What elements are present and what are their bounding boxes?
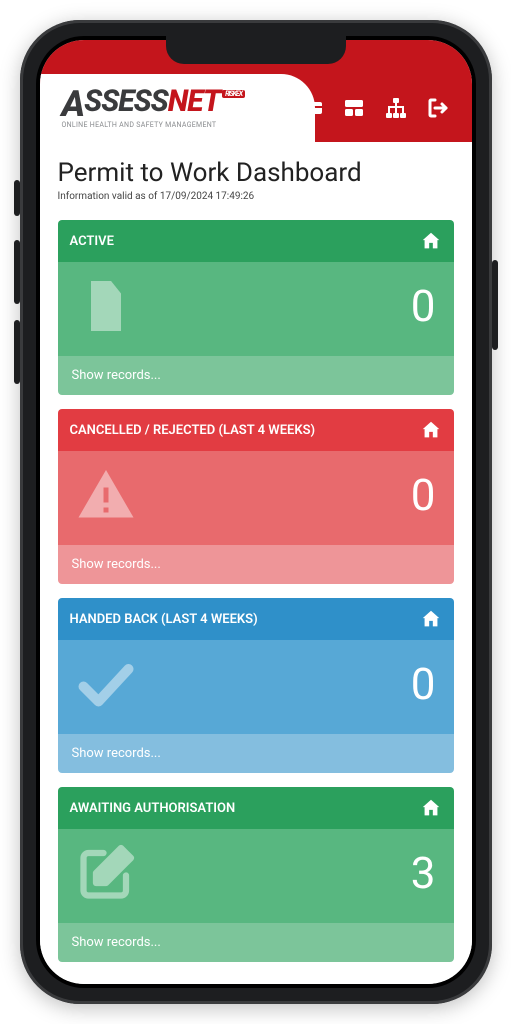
phone-side-button: [14, 240, 20, 304]
logo-text-a: A: [62, 88, 85, 120]
card-title: ACTIVE: [70, 234, 114, 249]
phone-side-button: [14, 320, 20, 384]
card-value: 0: [411, 280, 436, 332]
home-icon[interactable]: [420, 608, 442, 630]
card-footer-link[interactable]: Show records...: [58, 734, 454, 773]
home-icon[interactable]: [420, 419, 442, 441]
card-body: 0: [58, 640, 454, 734]
logo-text-ssess: SSESS: [84, 88, 168, 115]
card-header: CANCELLED / REJECTED (LAST 4 WEEKS): [58, 409, 454, 451]
phone-side-button: [14, 180, 20, 216]
card-handed-back: HANDED BACK (LAST 4 WEEKS) 0 Show record…: [58, 598, 454, 773]
page-subtitle: Information valid as of 17/09/2024 17:49…: [58, 191, 454, 202]
content: Permit to Work Dashboard Information val…: [40, 142, 472, 984]
card-footer-link[interactable]: Show records...: [58, 923, 454, 962]
app-header: A SSESS NET RISKEX ONLINE HEALTH AND SAF…: [40, 74, 472, 142]
card-body: 0: [58, 451, 454, 545]
logo-plate: A SSESS NET RISKEX ONLINE HEALTH AND SAF…: [40, 74, 282, 142]
check-icon: [76, 654, 136, 714]
file-icon: [76, 276, 136, 336]
card-body: 0: [58, 262, 454, 356]
card-title: CANCELLED / REJECTED (LAST 4 WEEKS): [70, 423, 316, 438]
card-header: HANDED BACK (LAST 4 WEEKS): [58, 598, 454, 640]
card-value: 0: [411, 469, 436, 521]
card-body: 3: [58, 829, 454, 923]
card-header: AWAITING AUTHORISATION: [58, 787, 454, 829]
home-icon[interactable]: [420, 797, 442, 819]
card-title: AWAITING AUTHORISATION: [70, 801, 236, 816]
edit-icon: [76, 843, 136, 903]
card-title: HANDED BACK (LAST 4 WEEKS): [70, 612, 258, 627]
phone-notch: [166, 36, 346, 64]
logo[interactable]: A SSESS NET RISKEX ONLINE HEALTH AND SAF…: [62, 88, 246, 129]
dashboard-icon[interactable]: [342, 96, 366, 120]
alert-icon: [76, 465, 136, 525]
card-value: 0: [411, 658, 436, 710]
card-footer-link[interactable]: Show records...: [58, 356, 454, 395]
logo-subtitle: ONLINE HEALTH AND SAFETY MANAGEMENT: [62, 122, 246, 128]
card-header: ACTIVE: [58, 220, 454, 262]
logout-icon[interactable]: [426, 96, 450, 120]
card-footer-link[interactable]: Show records...: [58, 545, 454, 584]
logo-text-net: NET: [168, 88, 220, 115]
card-awaiting-authorisation: AWAITING AUTHORISATION 3 Show records...: [58, 787, 454, 962]
page-title: Permit to Work Dashboard: [58, 158, 454, 188]
home-icon[interactable]: [420, 230, 442, 252]
card-value: 3: [411, 847, 436, 899]
screen: A SSESS NET RISKEX ONLINE HEALTH AND SAF…: [40, 40, 472, 984]
phone-frame: A SSESS NET RISKEX ONLINE HEALTH AND SAF…: [20, 20, 492, 1004]
card-cancelled: CANCELLED / REJECTED (LAST 4 WEEKS) 0 Sh…: [58, 409, 454, 584]
card-active: ACTIVE 0 Show records...: [58, 220, 454, 395]
logo-riskex-badge: RISKEX: [222, 90, 245, 98]
sitemap-icon[interactable]: [384, 96, 408, 120]
phone-side-button: [492, 260, 498, 350]
